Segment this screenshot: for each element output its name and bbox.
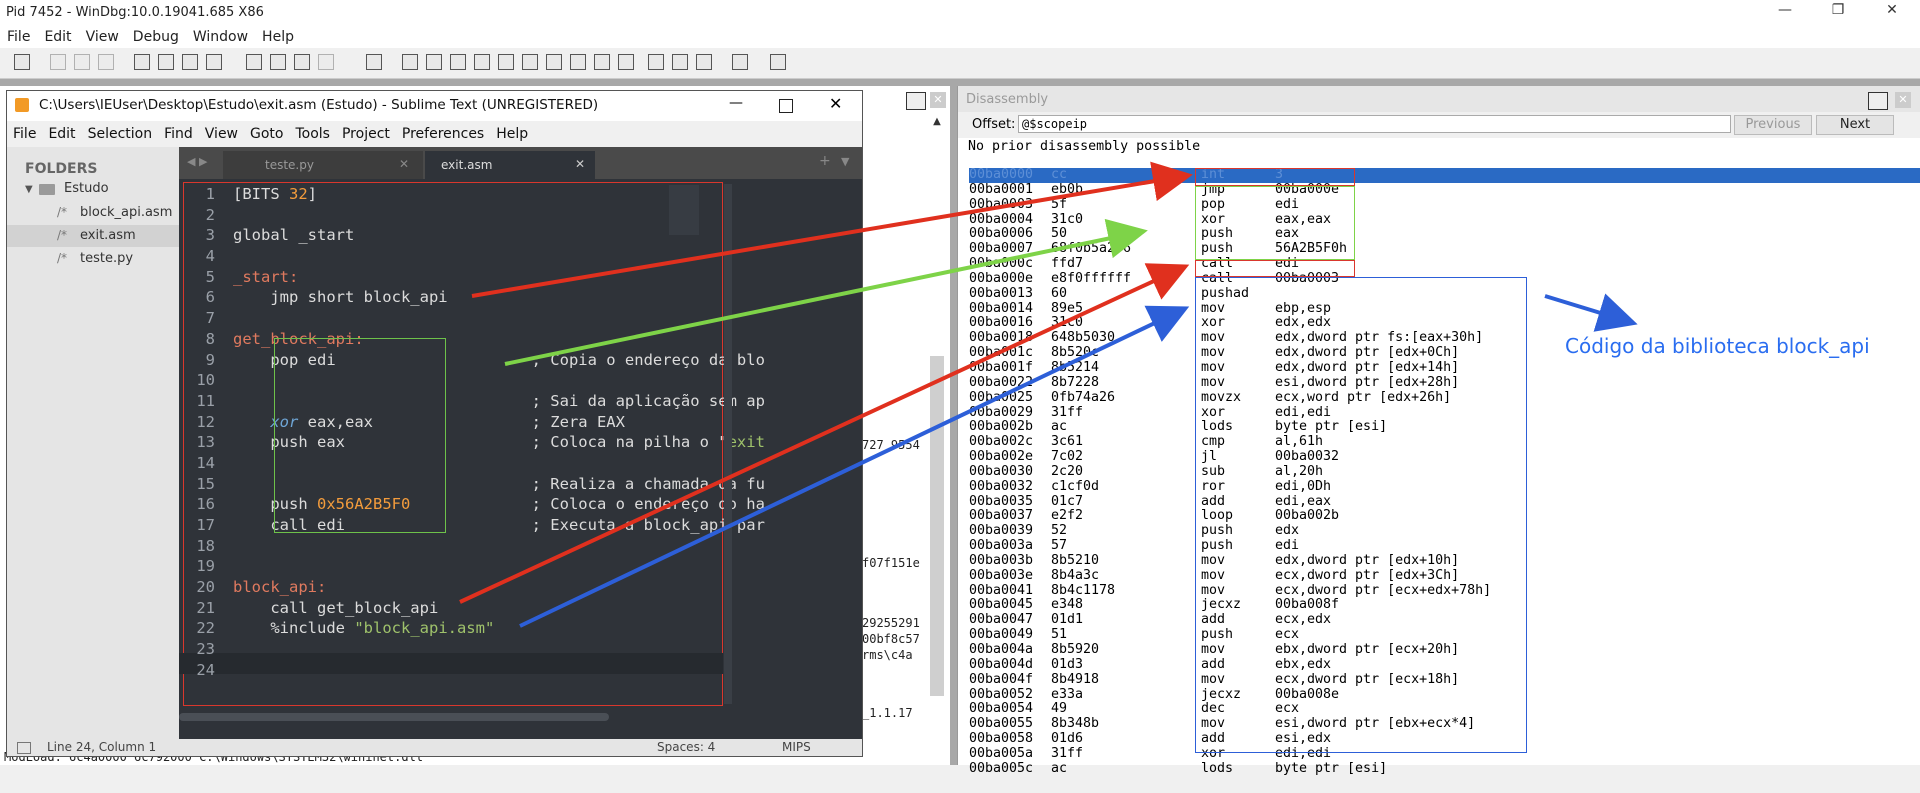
arrow-get-block-api bbox=[504, 218, 1148, 366]
annotation-arrows bbox=[459, 161, 1638, 628]
arrow-call bbox=[459, 263, 1190, 604]
annotation-label: Código da biblioteca block_api bbox=[1565, 334, 1870, 358]
arrow-annotation bbox=[1544, 293, 1638, 332]
arrow-jmp bbox=[471, 161, 1193, 298]
arrow-include bbox=[519, 305, 1190, 628]
